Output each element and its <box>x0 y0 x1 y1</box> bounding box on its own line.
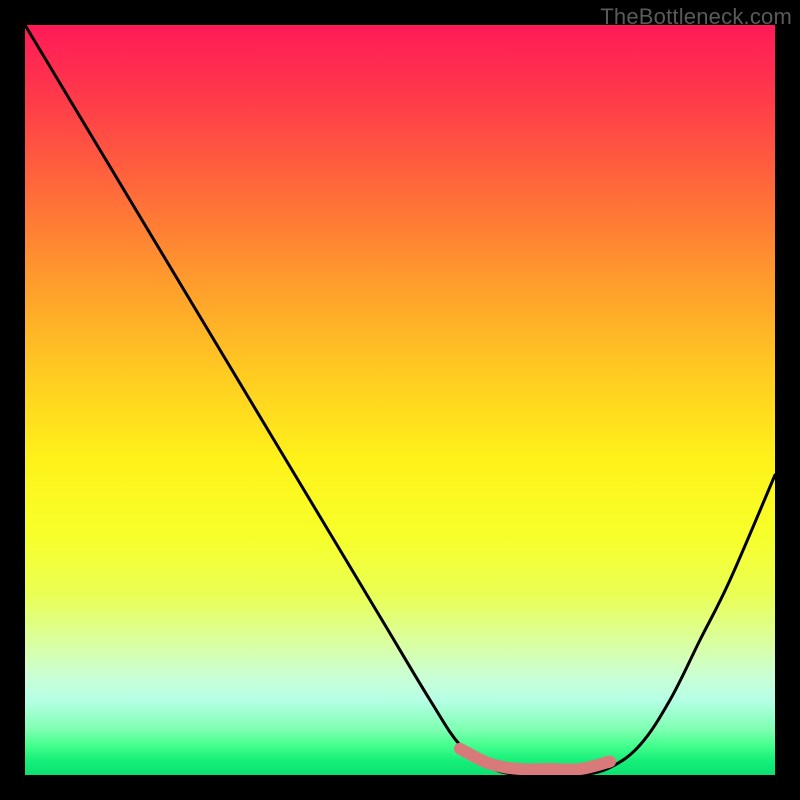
watermark-text: TheBottleneck.com <box>600 4 792 30</box>
chart-frame: TheBottleneck.com <box>0 0 800 800</box>
optimal-band-path <box>460 749 610 770</box>
bottleneck-curve-path <box>25 25 775 775</box>
chart-plot-area <box>25 25 775 775</box>
chart-svg <box>25 25 775 775</box>
